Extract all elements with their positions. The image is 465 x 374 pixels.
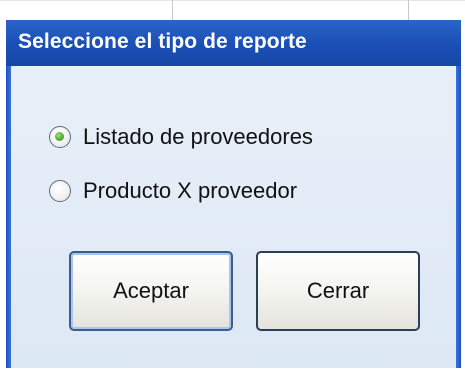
background-column-divider: [408, 0, 409, 20]
dialog-title: Seleccione el tipo de reporte: [18, 30, 307, 53]
dialog-client-area: Listado de proveedores Producto X provee…: [11, 66, 456, 368]
radio-selected-icon[interactable]: [49, 126, 71, 148]
radio-dot-icon: [55, 132, 64, 141]
background-column-divider: [172, 0, 173, 20]
radio-option-producto-proveedor[interactable]: Producto X proveedor: [49, 176, 297, 206]
radio-option-listado-proveedores[interactable]: Listado de proveedores: [49, 122, 313, 152]
radio-unselected-icon[interactable]: [49, 180, 71, 202]
background-divider: [0, 0, 465, 1]
close-button[interactable]: Cerrar: [256, 251, 420, 331]
dialog-titlebar[interactable]: Seleccione el tipo de reporte: [6, 20, 461, 66]
radio-label[interactable]: Listado de proveedores: [83, 124, 313, 150]
radio-label[interactable]: Producto X proveedor: [83, 178, 297, 204]
screen: Seleccione el tipo de reporte Listado de…: [0, 0, 465, 374]
accept-button[interactable]: Aceptar: [69, 251, 233, 331]
dialog-frame-right: [456, 66, 461, 368]
report-type-dialog: Seleccione el tipo de reporte Listado de…: [6, 20, 461, 368]
